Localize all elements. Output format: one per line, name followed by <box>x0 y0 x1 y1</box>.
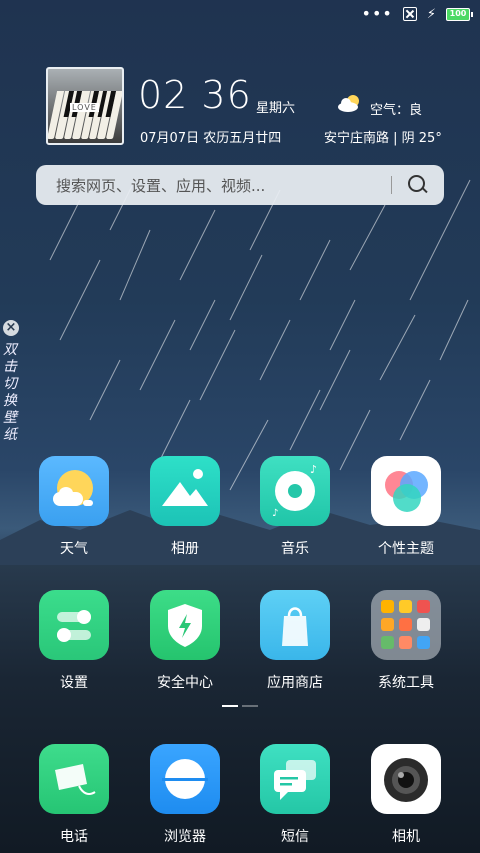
music-icon: ♪ ♪ <box>260 456 330 526</box>
svg-text:♪: ♪ <box>310 463 317 476</box>
messages-icon <box>260 744 330 814</box>
search-bar[interactable]: 搜索网页、设置、应用、视频... <box>36 165 444 205</box>
app-label: 相机 <box>392 829 420 845</box>
clock-time[interactable]: 02 36 <box>138 75 252 115</box>
no-sim-icon <box>402 7 417 21</box>
folder-system-tools[interactable]: 系统工具 <box>361 590 451 692</box>
page-indicator <box>222 705 258 707</box>
more-dots-icon: ••• <box>361 4 393 23</box>
app-label: 设置 <box>60 675 88 691</box>
system-tools-folder-icon <box>371 590 441 660</box>
app-gallery[interactable]: 相册 <box>140 456 230 558</box>
date-lunar[interactable]: 07月07日 农历五月廿四 <box>140 127 281 146</box>
phone-icon <box>39 744 109 814</box>
weekday: 星期六 <box>256 101 296 116</box>
app-camera[interactable]: 相机 <box>361 744 451 846</box>
app-settings[interactable]: 设置 <box>29 590 119 692</box>
app-label: 系统工具 <box>378 675 434 691</box>
svg-text:♪: ♪ <box>272 508 278 519</box>
app-label: 天气 <box>60 541 88 557</box>
app-label: 浏览器 <box>164 829 206 845</box>
partly-cloudy-icon <box>338 95 359 112</box>
app-browser[interactable]: 浏览器 <box>140 744 230 846</box>
app-label: 短信 <box>281 829 309 845</box>
app-label: 电话 <box>60 829 88 845</box>
air-quality[interactable]: 空气：良 <box>370 99 422 118</box>
charging-icon: ⚡ <box>426 6 436 22</box>
camera-icon <box>371 744 441 814</box>
search-input[interactable]: 搜索网页、设置、应用、视频... <box>56 175 391 196</box>
page-dot-active <box>222 705 238 707</box>
clock-weather-widget[interactable]: LOVE 02 36 星期六 07月07日 农历五月廿四 空气：良 安宁庄南路 … <box>46 67 446 147</box>
app-store[interactable]: 应用商店 <box>250 590 340 692</box>
album-text: LOVE <box>70 103 99 112</box>
status-bar: ••• ⚡ 100 <box>361 4 473 24</box>
app-themes[interactable]: 个性主题 <box>361 456 451 558</box>
app-label: 相册 <box>171 541 199 557</box>
app-label: 音乐 <box>281 541 309 557</box>
app-label: 应用商店 <box>267 675 323 691</box>
gallery-icon <box>150 456 220 526</box>
page-dot <box>242 705 258 707</box>
app-store-icon <box>260 590 330 660</box>
piano-keys-image <box>48 91 122 139</box>
search-icon[interactable] <box>408 175 428 195</box>
location-weather[interactable]: 安宁庄南路 | 阴 25° <box>324 127 442 146</box>
settings-icon <box>39 590 109 660</box>
themes-icon <box>371 456 441 526</box>
music-album-art[interactable]: LOVE <box>46 67 124 145</box>
app-phone[interactable]: 电话 <box>29 744 119 846</box>
app-security[interactable]: 安全中心 <box>140 590 230 692</box>
close-icon[interactable]: × <box>3 320 19 336</box>
app-music[interactable]: ♪ ♪ 音乐 <box>250 456 340 558</box>
app-messages[interactable]: 短信 <box>250 744 340 846</box>
switch-wallpaper-hint[interactable]: 双击切换壁纸 <box>3 342 19 444</box>
battery-icon: 100 <box>446 7 473 21</box>
app-label: 安全中心 <box>157 675 213 691</box>
app-weather[interactable]: 天气 <box>29 456 119 558</box>
browser-icon <box>150 744 220 814</box>
app-label: 个性主题 <box>378 541 434 557</box>
search-divider <box>391 176 392 194</box>
weather-icon <box>39 456 109 526</box>
security-icon <box>150 590 220 660</box>
